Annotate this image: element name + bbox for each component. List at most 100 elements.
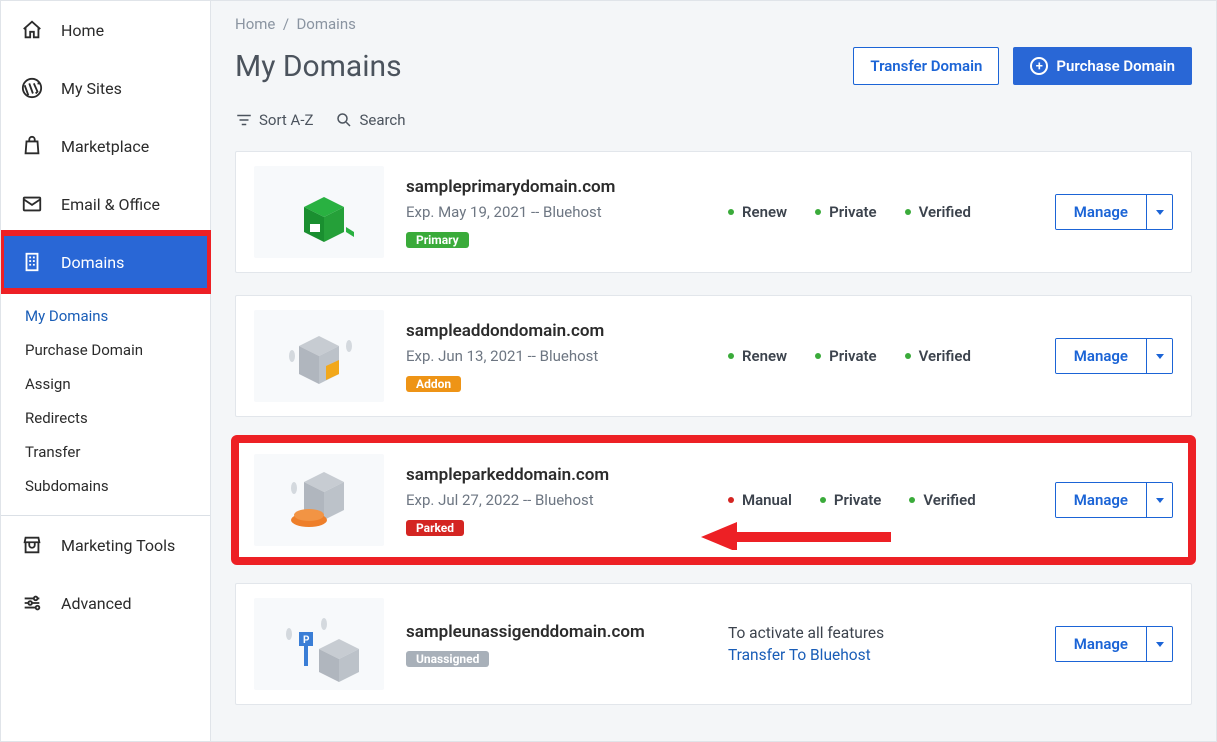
domain-statuses: Manual Private Verified xyxy=(728,491,1033,509)
domain-type-badge: Addon xyxy=(406,376,461,392)
subnav-purchase-domain[interactable]: Purchase Domain xyxy=(1,333,210,367)
transfer-domain-button[interactable]: Transfer Domain xyxy=(853,47,999,85)
domain-info: sampleunassigenddomain.com Unassigned xyxy=(406,622,706,667)
purchase-domain-button[interactable]: + Purchase Domain xyxy=(1013,47,1192,85)
breadcrumb: Home / Domains xyxy=(235,11,1192,47)
manage-dropdown-button[interactable] xyxy=(1146,483,1172,517)
search-label: Search xyxy=(359,111,405,129)
chevron-down-icon xyxy=(1156,642,1164,647)
status-renew: Renew xyxy=(728,203,787,221)
domain-type-badge: Unassigned xyxy=(406,651,489,667)
domain-thumbnail: P xyxy=(254,598,384,690)
nav-label: Marketplace xyxy=(61,137,149,156)
sort-icon xyxy=(235,111,253,129)
sort-button[interactable]: Sort A-Z xyxy=(235,111,313,129)
nav-email-office[interactable]: Email & Office xyxy=(1,175,210,233)
nav-label: Email & Office xyxy=(61,195,160,214)
domain-card: P sampleunassigenddomain.com Unassigned … xyxy=(235,583,1192,705)
status-verified: Verified xyxy=(909,491,975,509)
domain-thumbnail xyxy=(254,166,384,258)
domain-card-highlighted: sampleparkeddomain.com Exp. Jul 27, 2022… xyxy=(235,439,1192,561)
store-icon xyxy=(21,534,43,556)
domain-thumbnail xyxy=(254,454,384,546)
manage-button-group: Manage xyxy=(1055,626,1173,662)
sort-label: Sort A-Z xyxy=(259,111,313,129)
manage-dropdown-button[interactable] xyxy=(1146,339,1172,373)
domain-expiry: Exp. Jul 27, 2022 -- Bluehost xyxy=(406,491,706,509)
subnav-assign[interactable]: Assign xyxy=(1,367,210,401)
domain-statuses: Renew Private Verified xyxy=(728,347,1033,365)
search-icon xyxy=(335,111,353,129)
manage-button-group: Manage xyxy=(1055,482,1173,518)
domain-expiry: Exp. May 19, 2021 -- Bluehost xyxy=(406,203,706,221)
domain-card: sampleaddondomain.com Exp. Jun 13, 2021 … xyxy=(235,295,1192,417)
activate-message: To activate all features Transfer To Blu… xyxy=(728,624,1033,664)
main-content: Home / Domains My Domains Transfer Domai… xyxy=(211,1,1216,741)
domain-card: sampleprimarydomain.com Exp. May 19, 202… xyxy=(235,151,1192,273)
status-private: Private xyxy=(815,347,877,365)
page-title: My Domains xyxy=(235,49,402,84)
sliders-icon xyxy=(21,592,43,614)
status-private: Private xyxy=(820,491,882,509)
wordpress-icon xyxy=(21,77,43,99)
chevron-down-icon xyxy=(1156,210,1164,215)
building-icon xyxy=(21,251,43,273)
chevron-down-icon xyxy=(1156,498,1164,503)
manage-button-group: Manage xyxy=(1055,194,1173,230)
nav-marketplace[interactable]: Marketplace xyxy=(1,117,210,175)
nav-label: Marketing Tools xyxy=(61,536,175,555)
transfer-to-bluehost-link[interactable]: Transfer To Bluehost xyxy=(728,646,871,664)
subnav-subdomains[interactable]: Subdomains xyxy=(1,469,210,503)
manage-button[interactable]: Manage xyxy=(1056,483,1146,517)
activate-text: To activate all features xyxy=(728,624,1033,642)
plus-circle-icon: + xyxy=(1030,57,1048,75)
nav-domains[interactable]: Domains xyxy=(1,233,210,291)
status-verified: Verified xyxy=(905,347,971,365)
status-renew: Renew xyxy=(728,347,787,365)
manage-button[interactable]: Manage xyxy=(1056,339,1146,373)
nav-marketing-tools[interactable]: Marketing Tools xyxy=(1,516,210,574)
domain-name: sampleprimarydomain.com xyxy=(406,177,706,197)
subnav-redirects[interactable]: Redirects xyxy=(1,401,210,435)
chevron-down-icon xyxy=(1156,354,1164,359)
nav-label: Advanced xyxy=(61,594,132,613)
search-button[interactable]: Search xyxy=(335,111,405,129)
domain-thumbnail xyxy=(254,310,384,402)
status-private: Private xyxy=(815,203,877,221)
svg-text:P: P xyxy=(303,635,310,646)
nav-my-sites[interactable]: My Sites xyxy=(1,59,210,117)
domain-name: sampleunassigenddomain.com xyxy=(406,622,706,642)
subnav-transfer[interactable]: Transfer xyxy=(1,435,210,469)
manage-button[interactable]: Manage xyxy=(1056,195,1146,229)
domain-expiry: Exp. Jun 13, 2021 -- Bluehost xyxy=(406,347,706,365)
manage-dropdown-button[interactable] xyxy=(1146,195,1172,229)
domain-info: sampleaddondomain.com Exp. Jun 13, 2021 … xyxy=(406,321,706,392)
domains-subnav: My Domains Purchase Domain Assign Redire… xyxy=(1,291,210,515)
sidebar: Home My Sites Marketplace Email & Office… xyxy=(1,1,211,741)
toolbar: Sort A-Z Search xyxy=(235,107,1192,151)
domain-info: sampleparkeddomain.com Exp. Jul 27, 2022… xyxy=(406,465,706,536)
nav-label: My Sites xyxy=(61,79,122,98)
domain-statuses: Renew Private Verified xyxy=(728,203,1033,221)
nav-label: Home xyxy=(61,21,104,40)
status-verified: Verified xyxy=(905,203,971,221)
bag-icon xyxy=(21,135,43,157)
annotation-arrow-icon xyxy=(701,522,901,550)
nav-home[interactable]: Home xyxy=(1,1,210,59)
home-icon xyxy=(21,19,43,41)
breadcrumb-home[interactable]: Home xyxy=(235,15,275,33)
domain-type-badge: Parked xyxy=(406,520,464,536)
nav-advanced[interactable]: Advanced xyxy=(1,574,210,632)
status-manual: Manual xyxy=(728,491,792,509)
purchase-domain-label: Purchase Domain xyxy=(1056,57,1175,75)
envelope-icon xyxy=(21,193,43,215)
manage-button[interactable]: Manage xyxy=(1056,627,1146,661)
subnav-my-domains[interactable]: My Domains xyxy=(1,299,210,333)
manage-button-group: Manage xyxy=(1055,338,1173,374)
domain-info: sampleprimarydomain.com Exp. May 19, 202… xyxy=(406,177,706,248)
domain-name: sampleparkeddomain.com xyxy=(406,465,706,485)
manage-dropdown-button[interactable] xyxy=(1146,627,1172,661)
domain-name: sampleaddondomain.com xyxy=(406,321,706,341)
nav-label: Domains xyxy=(61,253,124,272)
breadcrumb-current: Domains xyxy=(296,15,355,33)
